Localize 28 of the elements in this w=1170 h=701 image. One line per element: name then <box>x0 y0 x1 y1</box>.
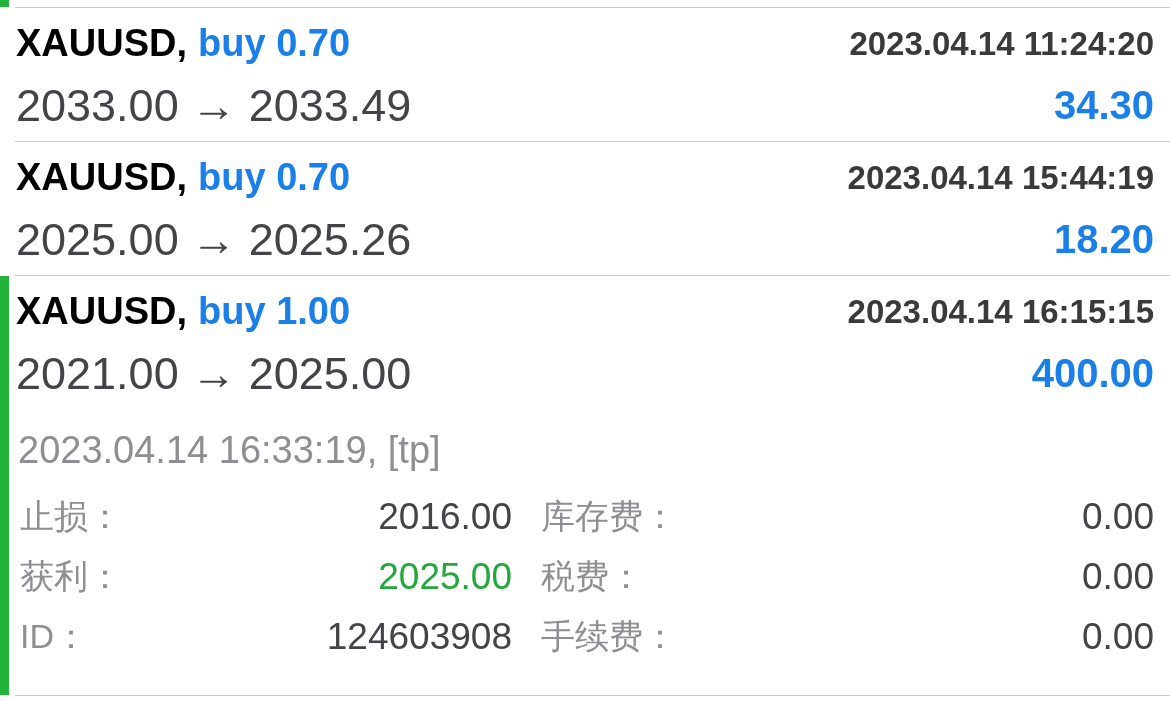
detail-label: 税费： <box>541 559 643 593</box>
open-time-label: 2023.04.14 16:15:15 <box>847 294 1154 328</box>
profit-value: 34.30 <box>1053 85 1154 125</box>
open-time-label: 2023.04.14 15:44:19 <box>847 160 1154 194</box>
price-range-text: 2033.00 → 2033.49 <box>16 82 412 128</box>
detail-label: ID： <box>20 619 88 653</box>
close-time-text: 2023.04.14 16:33:19, [tp] <box>18 431 441 469</box>
open-time-label: 2023.04.14 11:24:20 <box>849 26 1154 60</box>
detail-label: 获利： <box>20 559 122 593</box>
detail-value: 0.00 <box>1082 617 1154 655</box>
profit-value: 18.20 <box>1053 219 1154 259</box>
detail-label: 库存费： <box>541 499 677 533</box>
detail-value: 0.00 <box>1082 557 1154 595</box>
symbol-label: XAUUSD, <box>16 24 188 62</box>
symbol-label: XAUUSD, <box>16 292 188 330</box>
profit-value: 400.00 <box>1031 353 1154 393</box>
detail-label: 手续费： <box>541 619 677 653</box>
detail-value: 2016.00 <box>378 497 512 535</box>
detail-label: 止损： <box>20 499 122 533</box>
symbol-label: XAUUSD, <box>16 158 188 196</box>
price-range-text: 2021.00 → 2025.00 <box>16 350 412 396</box>
price-range-text: 2025.00 → 2025.26 <box>16 216 412 262</box>
order-side-label: buy 0.70 <box>198 24 351 62</box>
detail-value: 0.00 <box>1082 497 1154 535</box>
order-side-label: buy 1.00 <box>198 292 351 330</box>
order-side-label: buy 0.70 <box>198 158 351 196</box>
detail-value: 2025.00 <box>378 557 512 595</box>
detail-value: 124603908 <box>326 617 512 655</box>
